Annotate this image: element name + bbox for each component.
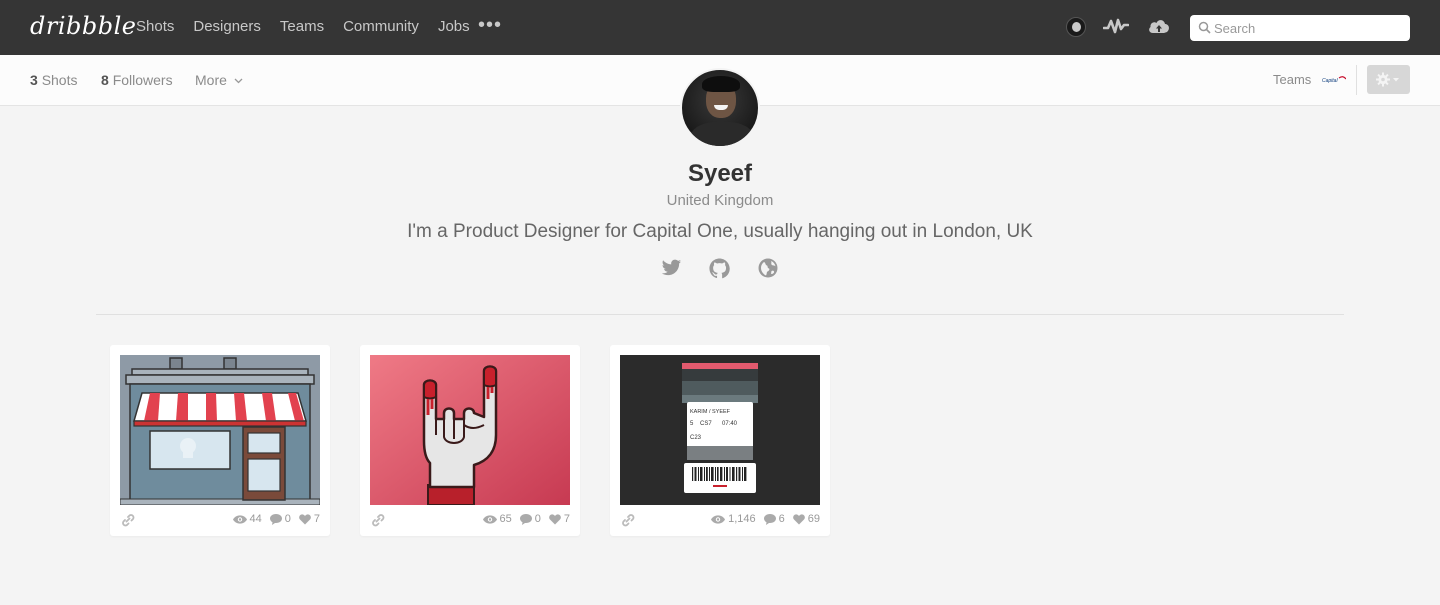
views-count: 1,146: [728, 513, 756, 525]
heart-icon: [299, 513, 311, 524]
comments-stat[interactable]: 0: [519, 513, 541, 525]
heart-icon: [792, 513, 805, 524]
comments-stat[interactable]: 6: [763, 513, 785, 525]
views-count: 65: [499, 513, 512, 525]
search-input[interactable]: [1214, 18, 1404, 38]
profile-location[interactable]: United Kingdom: [0, 192, 1440, 209]
capital-one-logo[interactable]: Capital: [1322, 75, 1346, 85]
section-divider: [96, 314, 1344, 315]
shot-card[interactable]: 44 0 7: [110, 345, 330, 536]
nav-more-menu[interactable]: •••: [478, 14, 502, 37]
eye-icon: [711, 514, 726, 524]
link-icon[interactable]: [620, 512, 636, 528]
nav-link-designers[interactable]: Designers: [193, 18, 261, 35]
shot-footer: 44 0 7: [120, 511, 320, 529]
followers-count: 8: [101, 72, 109, 88]
nav-link-jobs[interactable]: Jobs: [438, 18, 470, 35]
activity-icon[interactable]: [1103, 16, 1129, 36]
likes-stat[interactable]: 7: [549, 513, 570, 525]
dribbble-logo[interactable]: dribbble: [30, 12, 136, 40]
views-stat[interactable]: 65: [482, 513, 512, 525]
comments-count: 6: [778, 513, 785, 525]
heart-icon: [549, 513, 561, 524]
comment-icon: [269, 513, 282, 525]
shot-thumbnail-rock-hand[interactable]: [370, 355, 570, 505]
divider: [1356, 65, 1357, 95]
more-label: More: [195, 72, 227, 88]
shot-stats: 65 0 7: [482, 513, 570, 525]
profile-bio: I'm a Product Designer for Capital One, …: [407, 221, 1033, 242]
likes-stat[interactable]: 69: [792, 513, 820, 525]
likes-count: 7: [313, 513, 320, 525]
eye-icon: [482, 514, 497, 524]
user-avatar[interactable]: [1066, 17, 1086, 37]
search-box[interactable]: [1190, 15, 1410, 41]
gear-icon: [1376, 72, 1399, 87]
main-nav-links: Shots Designers Teams Community Jobs: [136, 18, 470, 35]
upload-cloud-icon[interactable]: [1147, 16, 1171, 36]
shot-card[interactable]: KARIM / SYEEF 5 CS7 07:40 C23 1,146 6 69: [610, 345, 830, 536]
tab-followers[interactable]: 8 Followers: [101, 72, 173, 88]
comments-stat[interactable]: 0: [269, 513, 291, 525]
profile-name: Syeef: [687, 160, 753, 187]
shot-card[interactable]: 65 0 7: [360, 345, 580, 536]
shots-count: 3: [30, 72, 38, 88]
globe-icon[interactable]: [758, 258, 778, 278]
search-icon: [1198, 21, 1211, 34]
views-stat[interactable]: 44: [232, 513, 262, 525]
nav-link-community[interactable]: Community: [343, 18, 419, 35]
teams-label: Teams: [1273, 72, 1312, 87]
comment-icon: [763, 513, 776, 525]
comments-count: 0: [284, 513, 291, 525]
eye-icon: [232, 514, 247, 524]
shot-stats: 1,146 6 69: [711, 513, 820, 525]
ticket-flight: CS7: [700, 421, 712, 427]
link-icon[interactable]: [120, 512, 136, 528]
comment-icon: [519, 513, 532, 525]
svg-text:Capital: Capital: [1322, 78, 1338, 84]
tab-shots[interactable]: 3 Shots: [30, 72, 78, 88]
ticket-names: KARIM / SYEEF: [690, 409, 731, 415]
tab-more[interactable]: More: [195, 72, 243, 88]
ticket-time: 07:40: [722, 421, 738, 427]
likes-count: 7: [563, 513, 570, 525]
views-stat[interactable]: 1,146: [711, 513, 756, 525]
github-icon[interactable]: [709, 258, 730, 279]
shot-thumbnail-shop-front[interactable]: [120, 355, 320, 505]
followers-label: Followers: [112, 72, 173, 88]
nav-link-teams[interactable]: Teams: [280, 18, 324, 35]
ticket-gate: C23: [690, 435, 702, 441]
profile-avatar: [680, 68, 760, 148]
chevron-down-icon: [234, 78, 243, 84]
settings-button[interactable]: [1367, 65, 1410, 94]
top-nav: dribbble Shots Designers Teams Community…: [0, 0, 1440, 55]
likes-count: 69: [807, 513, 820, 525]
shot-thumbnail-boarding-pass[interactable]: KARIM / SYEEF 5 CS7 07:40 C23: [620, 355, 820, 505]
shots-label: Shots: [41, 72, 78, 88]
link-icon[interactable]: [370, 512, 386, 528]
nav-link-shots[interactable]: Shots: [136, 18, 174, 35]
shot-stats: 44 0 7: [232, 513, 320, 525]
twitter-icon[interactable]: [661, 258, 682, 278]
likes-stat[interactable]: 7: [299, 513, 320, 525]
views-count: 44: [249, 513, 262, 525]
shot-footer: 1,146 6 69: [620, 511, 820, 529]
shot-footer: 65 0 7: [370, 511, 570, 529]
comments-count: 0: [534, 513, 541, 525]
